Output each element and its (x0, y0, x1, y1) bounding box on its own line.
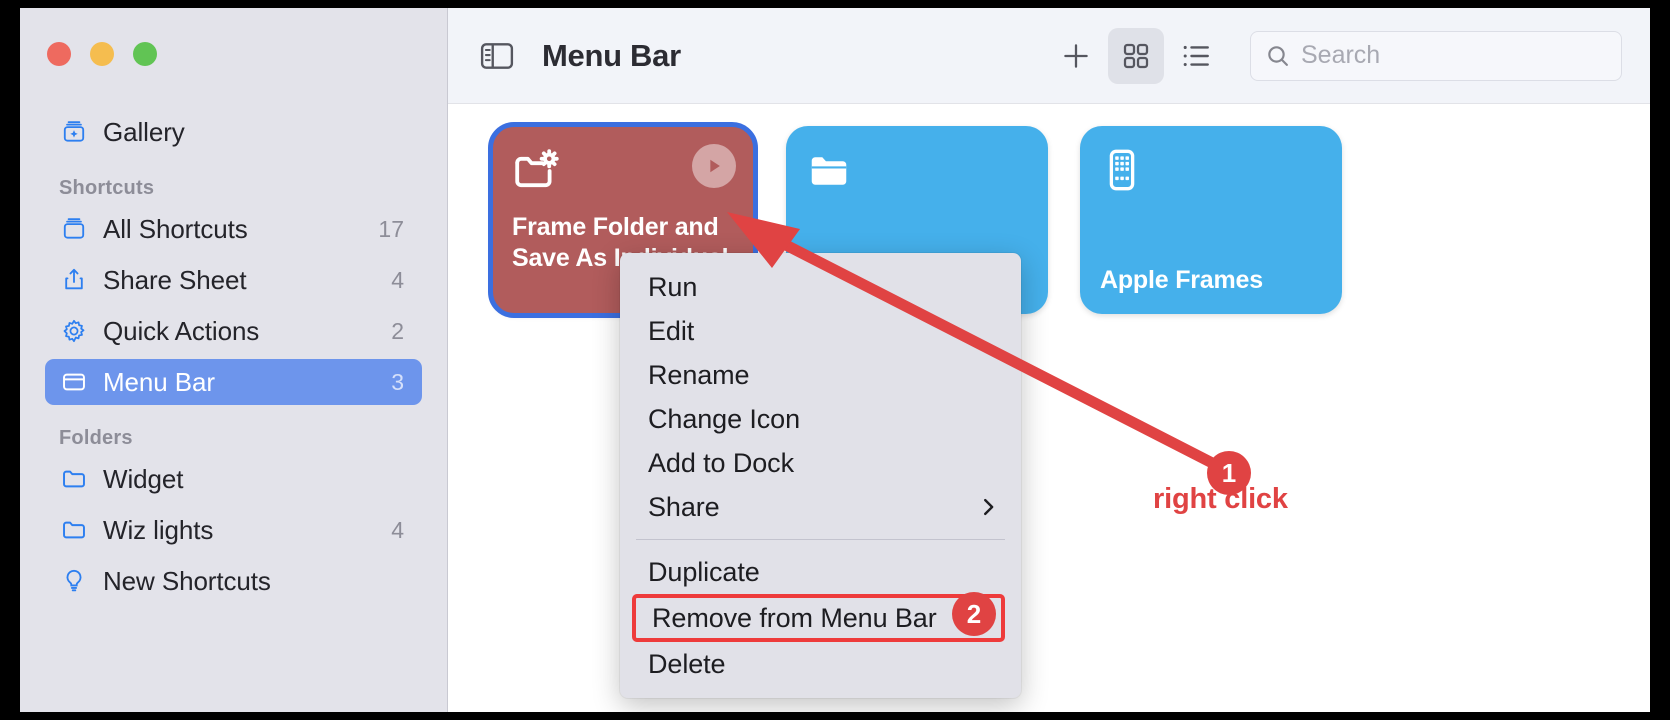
sidebar-item-gallery[interactable]: Gallery (45, 109, 422, 155)
context-menu-item-run[interactable]: Run (620, 265, 1021, 309)
sidebar-item-label: Menu Bar (103, 366, 215, 397)
toolbar: Menu Bar Search (448, 8, 1650, 104)
sidebar-item-quick-actions[interactable]: Quick Actions 2 (45, 308, 422, 354)
sidebar-item-label: Widget (103, 463, 184, 494)
iphone-icon (1100, 148, 1322, 197)
annotation-badge-2: 2 (952, 592, 996, 636)
context-menu-item-remove-from-menu-bar[interactable]: Remove from Menu Bar (632, 594, 1005, 642)
sidebar: Gallery Shortcuts All Shortcuts 17 Share… (20, 8, 448, 712)
card-title: Apple Frames (1100, 266, 1263, 294)
context-menu-item-label: Share (648, 491, 720, 522)
context-menu-item-duplicate[interactable]: Duplicate (620, 550, 1021, 594)
sidebar-list: Gallery Shortcuts All Shortcuts 17 Share… (20, 104, 447, 609)
lightbulb-icon (59, 566, 89, 596)
menubar-icon (59, 367, 89, 397)
context-menu-item-change-icon[interactable]: Change Icon (620, 397, 1021, 441)
folder-icon (806, 148, 1028, 199)
grid-view-button[interactable] (1108, 27, 1164, 84)
search-icon (1265, 43, 1291, 69)
sidebar-item-label: All Shortcuts (103, 213, 248, 244)
sidebar-item-share-sheet[interactable]: Share Sheet 4 (45, 257, 422, 303)
sidebar-item-count: 2 (391, 317, 404, 344)
context-menu-item-add-to-dock[interactable]: Add to Dock (620, 441, 1021, 485)
shortcut-card-apple-frames[interactable]: Apple Frames (1080, 126, 1342, 314)
add-button[interactable] (1048, 28, 1104, 84)
search-placeholder: Search (1301, 41, 1381, 69)
shortcuts-stack-icon (59, 214, 89, 244)
window-controls (47, 42, 157, 66)
share-icon (59, 265, 89, 295)
sidebar-toggle-icon[interactable] (478, 37, 516, 75)
sidebar-section-header-folders: Folders (59, 427, 133, 449)
screenshot-root: Gallery Shortcuts All Shortcuts 17 Share… (0, 0, 1670, 720)
sidebar-item-count: 3 (391, 368, 404, 395)
context-menu-item-rename[interactable]: Rename (620, 353, 1021, 397)
page-title: Menu Bar (542, 37, 681, 73)
context-menu-separator (636, 539, 1005, 540)
folder-icon (59, 464, 89, 494)
search-field[interactable]: Search (1250, 30, 1622, 81)
sidebar-item-new-shortcuts[interactable]: New Shortcuts (45, 558, 422, 604)
sidebar-item-wiz-lights[interactable]: Wiz lights 4 (45, 507, 422, 553)
gallery-icon (59, 117, 89, 147)
sidebar-item-widget[interactable]: Widget (45, 456, 422, 502)
sidebar-item-label: Gallery (103, 116, 185, 147)
sidebar-item-menu-bar[interactable]: Menu Bar 3 (45, 359, 422, 405)
context-menu-item-edit[interactable]: Edit (620, 309, 1021, 353)
sidebar-section-header-shortcuts: Shortcuts (59, 177, 155, 199)
sidebar-item-label: Wiz lights (103, 514, 214, 545)
sidebar-item-label: Quick Actions (103, 315, 260, 346)
sidebar-item-all-shortcuts[interactable]: All Shortcuts 17 (45, 206, 422, 252)
sidebar-item-count: 4 (391, 516, 404, 543)
zoom-button[interactable] (133, 42, 157, 66)
run-button[interactable] (692, 144, 736, 188)
close-button[interactable] (47, 42, 71, 66)
context-menu-item-delete[interactable]: Delete (620, 642, 1021, 686)
minimize-button[interactable] (90, 42, 114, 66)
list-view-button[interactable] (1168, 28, 1224, 84)
annotation-label-right-click: right click (1153, 483, 1288, 515)
sidebar-item-count: 4 (391, 266, 404, 293)
play-icon (703, 155, 725, 177)
gear-icon (59, 316, 89, 346)
sidebar-item-label: Share Sheet (103, 264, 247, 295)
sidebar-item-label: New Shortcuts (103, 565, 271, 596)
context-menu-item-share[interactable]: Share (620, 485, 1021, 529)
chevron-right-icon (977, 496, 999, 518)
folder-icon (59, 515, 89, 545)
sidebar-item-count: 17 (378, 215, 404, 242)
